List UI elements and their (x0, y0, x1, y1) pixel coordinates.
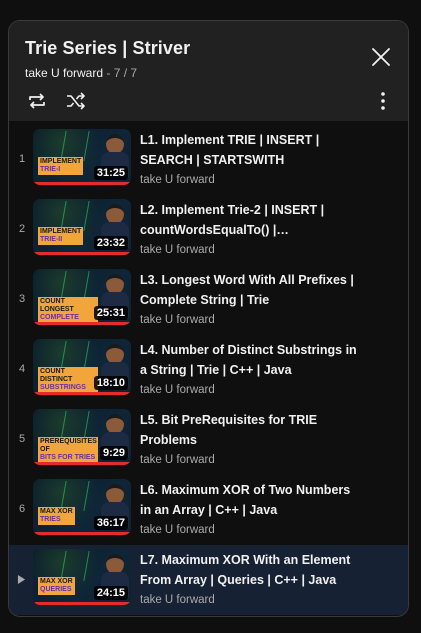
thumbnail-topic: COUNT DISTINCT SUBSTRINGS (38, 367, 98, 393)
video-channel[interactable]: take U forward (140, 524, 360, 536)
play-triangle-icon (17, 575, 26, 584)
video-channel[interactable]: take U forward (140, 384, 360, 396)
item-info: L6. Maximum XOR of Two Numbers in an Arr… (140, 480, 360, 536)
thumbnail-topic-line1: PREREQUISITES OF (40, 438, 97, 453)
close-icon (372, 48, 390, 66)
item-info: L2. Implement Trie-2 | INSERT | countWor… (140, 200, 360, 256)
duration-badge: 9:29 (99, 446, 128, 460)
watched-progress-bar (33, 252, 131, 255)
thumbnail-topic: COUNT LONGEST COMPLETE STRING (38, 297, 98, 325)
duration-badge: 18:10 (93, 376, 128, 390)
video-title[interactable]: L7. Maximum XOR With an Element From Arr… (140, 550, 360, 590)
duration-badge: 36:17 (93, 516, 128, 530)
thumbnail-topic: MAX XOR TRIES (38, 507, 75, 525)
thumbnail-topic-line2: TRIE-II (40, 236, 63, 243)
loop-icon (29, 93, 45, 109)
shuffle-icon (67, 92, 85, 110)
watched-progress-bar (33, 532, 131, 535)
video-channel[interactable]: take U forward (140, 594, 360, 606)
video-title[interactable]: L6. Maximum XOR of Two Numbers in an Arr… (140, 480, 360, 520)
thumbnail-topic-line2: QUERIES (40, 586, 72, 593)
thumbnail-topic-line1: COUNT LONGEST (40, 298, 74, 313)
video-channel[interactable]: take U forward (140, 454, 360, 466)
thumbnail-topic-line2: BITS FOR TRIES (40, 454, 96, 461)
video-thumbnail[interactable]: PREREQUISITES OF BITS FOR TRIES 9:29 (33, 409, 131, 465)
item-index: 3 (18, 293, 26, 305)
thumbnail-topic-line2: TRIES (40, 516, 61, 523)
playlist-item[interactable]: 1 IMPLEMENT TRIE-I 31:25 L1. Implement T… (9, 125, 408, 195)
item-index: 6 (18, 503, 26, 515)
video-thumbnail[interactable]: COUNT LONGEST COMPLETE STRING 25:31 (33, 269, 131, 325)
video-title[interactable]: L3. Longest Word With All Prefixes | Com… (140, 270, 360, 310)
thumbnail-topic-line1: IMPLEMENT (40, 228, 82, 235)
playlist-item[interactable]: 3 COUNT LONGEST COMPLETE STRING 25:31 L3… (9, 265, 408, 335)
video-thumbnail[interactable]: MAX XOR TRIES 36:17 (33, 479, 131, 535)
watched-progress-bar (33, 182, 131, 185)
playlist-items: 1 IMPLEMENT TRIE-I 31:25 L1. Implement T… (9, 125, 408, 615)
playlist-item[interactable]: 5 PREREQUISITES OF BITS FOR TRIES 9:29 L… (9, 405, 408, 475)
thumbnail-topic: IMPLEMENT TRIE-I (38, 157, 84, 175)
video-title[interactable]: L4. Number of Distinct Substrings in a S… (140, 340, 360, 380)
item-index: 4 (18, 363, 26, 375)
thumbnail-topic: PREREQUISITES OF BITS FOR TRIES (38, 437, 98, 463)
playlist-item[interactable]: 6 MAX XOR TRIES 36:17 L6. Maximum XOR of… (9, 475, 408, 545)
video-channel[interactable]: take U forward (140, 244, 360, 256)
more-options-button[interactable] (371, 89, 395, 113)
duration-badge: 24:15 (93, 586, 128, 600)
video-thumbnail[interactable]: IMPLEMENT TRIE-II 23:32 (33, 199, 131, 255)
item-info: L5. Bit PreRequisites for TRIE Problems … (140, 410, 360, 466)
loop-button[interactable] (25, 89, 49, 113)
thumbnail-topic-line2: SUBSTRINGS (40, 384, 86, 391)
video-title[interactable]: L2. Implement Trie-2 | INSERT | countWor… (140, 200, 360, 240)
video-thumbnail[interactable]: MAX XOR QUERIES 24:15 (33, 549, 131, 605)
playlist-item[interactable]: 2 IMPLEMENT TRIE-II 23:32 L2. Implement … (9, 195, 408, 265)
duration-badge: 23:32 (93, 236, 128, 250)
more-vert-icon (381, 92, 385, 110)
playlist-title[interactable]: Trie Series | Striver (25, 38, 190, 59)
video-channel[interactable]: take U forward (140, 174, 360, 186)
watched-progress-bar (33, 392, 131, 395)
playlist-header: Trie Series | Striver take U forward - 7… (9, 21, 408, 121)
item-index: 5 (18, 433, 26, 445)
item-index: 1 (18, 153, 26, 165)
playlist-item[interactable]: MAX XOR QUERIES 24:15 L7. Maximum XOR Wi… (9, 545, 408, 615)
video-title[interactable]: L1. Implement TRIE | INSERT | SEARCH | S… (140, 130, 360, 170)
thumbnail-topic: IMPLEMENT TRIE-II (38, 227, 84, 245)
item-info: L1. Implement TRIE | INSERT | SEARCH | S… (140, 130, 360, 186)
playlist-item[interactable]: 4 COUNT DISTINCT SUBSTRINGS 18:10 L4. Nu… (9, 335, 408, 405)
duration-badge: 31:25 (93, 166, 128, 180)
thumbnail-topic-line1: MAX XOR (40, 508, 73, 515)
watched-progress-bar (33, 322, 131, 325)
watched-progress-bar (33, 602, 131, 605)
item-info: L3. Longest Word With All Prefixes | Com… (140, 270, 360, 326)
video-thumbnail[interactable]: COUNT DISTINCT SUBSTRINGS 18:10 (33, 339, 131, 395)
thumbnail-topic-line1: COUNT DISTINCT (40, 368, 73, 383)
thumbnail-topic: MAX XOR QUERIES (38, 577, 75, 595)
playlist-panel: Trie Series | Striver take U forward - 7… (8, 20, 409, 617)
video-title[interactable]: L5. Bit PreRequisites for TRIE Problems (140, 410, 360, 450)
duration-badge: 25:31 (93, 306, 128, 320)
item-info: L4. Number of Distinct Substrings in a S… (140, 340, 360, 396)
watched-progress-bar (33, 462, 131, 465)
item-info: L7. Maximum XOR With an Element From Arr… (140, 550, 360, 606)
playlist-channel[interactable]: take U forward (25, 66, 103, 80)
playlist-position: - 7 / 7 (103, 66, 138, 80)
playlist-subtitle: take U forward - 7 / 7 (25, 66, 137, 80)
video-thumbnail[interactable]: IMPLEMENT TRIE-I 31:25 (33, 129, 131, 185)
thumbnail-topic-line1: MAX XOR (40, 578, 73, 585)
item-index: 2 (18, 223, 26, 235)
thumbnail-topic-line2: TRIE-I (40, 166, 61, 173)
thumbnail-topic-line1: IMPLEMENT (40, 158, 82, 165)
close-button[interactable] (369, 45, 393, 69)
shuffle-button[interactable] (64, 89, 88, 113)
video-channel[interactable]: take U forward (140, 314, 360, 326)
